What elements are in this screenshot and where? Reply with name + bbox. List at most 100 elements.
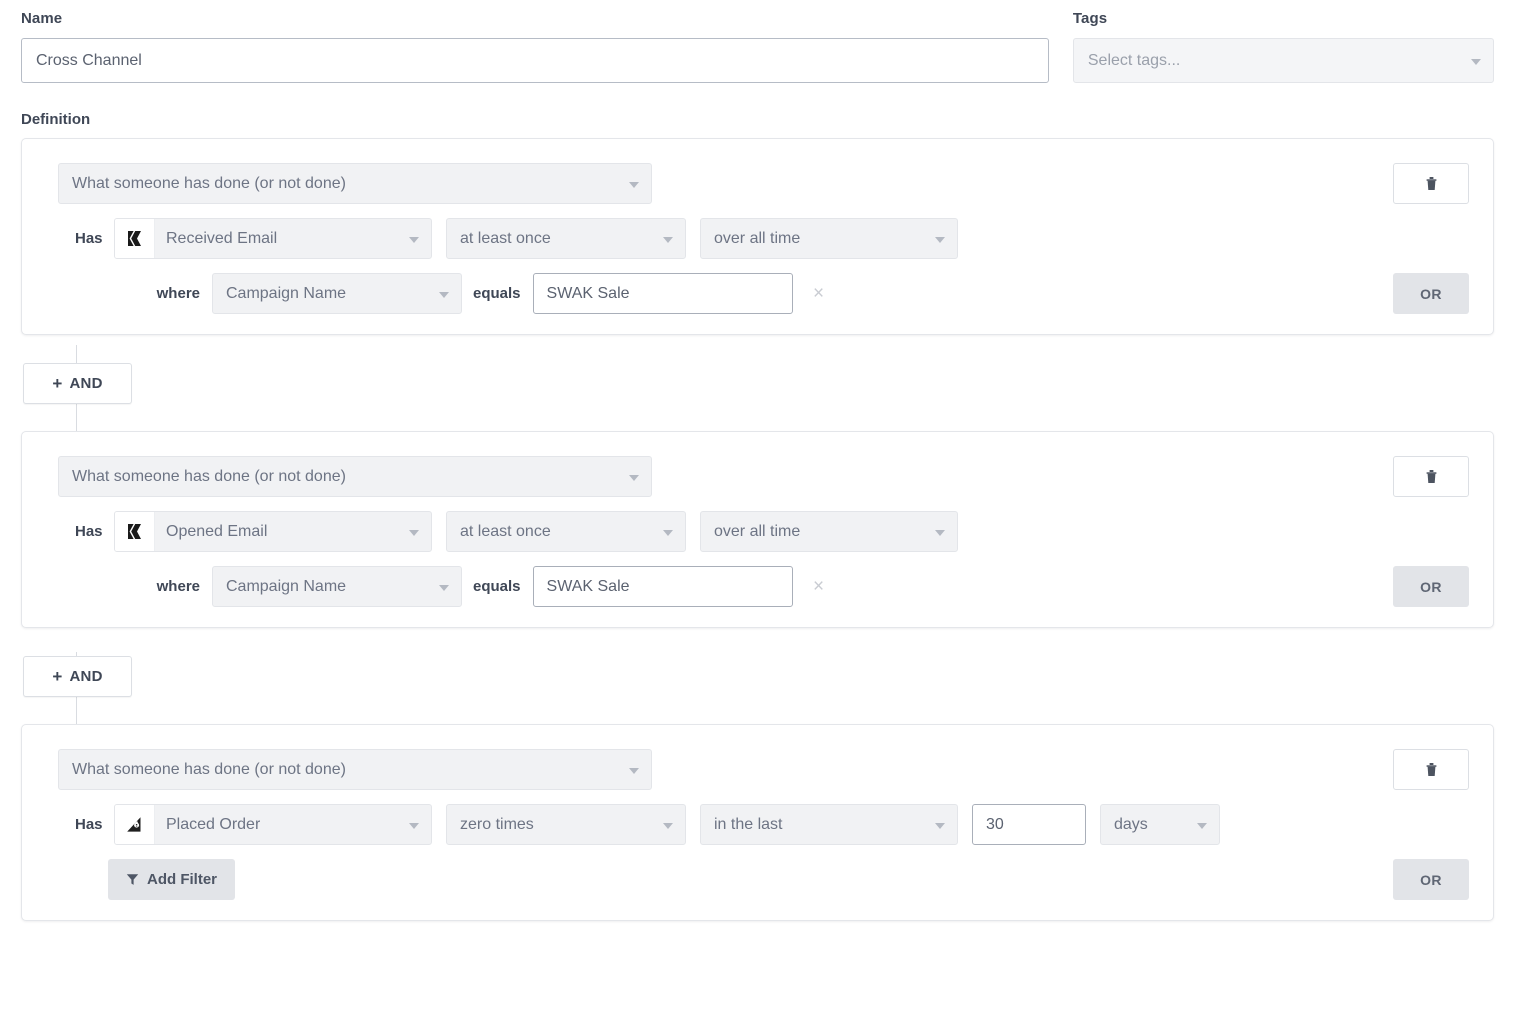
metric-select[interactable]: Opened Email <box>114 511 432 552</box>
chevron-down-icon <box>409 530 419 536</box>
plus-icon: + <box>52 668 62 685</box>
chevron-down-icon <box>1471 59 1481 65</box>
filter-attribute-select[interactable]: Campaign Name <box>212 566 462 607</box>
add-and-condition-button[interactable]: + AND <box>23 656 132 697</box>
chevron-down-icon <box>663 237 673 243</box>
chevron-down-icon <box>935 237 945 243</box>
filter-attribute-value: Campaign Name <box>226 285 346 302</box>
delete-group-button[interactable] <box>1393 163 1469 204</box>
chevron-down-icon <box>1197 823 1207 829</box>
filter-attribute-value: Campaign Name <box>226 578 346 595</box>
segment-name-input[interactable] <box>21 38 1049 83</box>
or-button[interactable]: OR <box>1393 273 1469 314</box>
plus-icon: + <box>52 375 62 392</box>
metric-select[interactable]: Received Email <box>114 218 432 259</box>
metric-row: Has Received Email at least once <box>22 218 1493 259</box>
tags-select[interactable]: Select tags... <box>1073 38 1494 83</box>
trash-icon <box>1425 469 1438 484</box>
timeframe-value: in the last <box>714 816 782 833</box>
filter-operator-label: equals <box>462 578 533 595</box>
metric-value: Placed Order <box>155 805 260 844</box>
chevron-down-icon <box>629 182 639 188</box>
tags-field-group: Tags Select tags... <box>1073 10 1494 83</box>
filter-attribute-select[interactable]: Campaign Name <box>212 273 462 314</box>
where-label: where <box>108 578 212 595</box>
filter-row: where Campaign Name equals × <box>22 273 1493 314</box>
timeframe-amount-input[interactable] <box>972 804 1086 845</box>
condition-group: What someone has done (or not done) Has … <box>21 138 1494 335</box>
chevron-down-icon <box>629 475 639 481</box>
and-button-wrapper-2: + AND <box>21 628 1494 724</box>
add-and-condition-button[interactable]: + AND <box>23 363 132 404</box>
timeframe-unit-select[interactable]: days <box>1100 804 1220 845</box>
metric-select[interactable]: Placed Order <box>114 804 432 845</box>
condition-type-value: What someone has done (or not done) <box>72 468 346 485</box>
segment-definition-page: Name Tags Select tags... Definition What… <box>0 0 1518 1012</box>
and-label: AND <box>70 668 103 685</box>
condition-type-select[interactable]: What someone has done (or not done) <box>58 749 652 790</box>
or-button[interactable]: OR <box>1393 566 1469 607</box>
condition-group: What someone has done (or not done) Has … <box>21 431 1494 628</box>
or-button[interactable]: OR <box>1393 859 1469 900</box>
tags-placeholder: Select tags... <box>1088 52 1181 69</box>
filter-operator-label: equals <box>462 285 533 302</box>
trash-icon <box>1425 762 1438 777</box>
chevron-down-icon <box>439 292 449 298</box>
chevron-down-icon <box>935 530 945 536</box>
delete-group-button[interactable] <box>1393 749 1469 790</box>
filter-value-input[interactable] <box>533 273 793 314</box>
chevron-down-icon <box>439 585 449 591</box>
condition-type-value: What someone has done (or not done) <box>72 175 346 192</box>
delete-group-button[interactable] <box>1393 456 1469 497</box>
metric-row: Has Placed Order <box>22 804 1493 845</box>
and-label: AND <box>70 375 103 392</box>
chevron-down-icon <box>629 768 639 774</box>
frequency-select[interactable]: at least once <box>446 511 686 552</box>
add-filter-row: Add Filter <box>22 859 1493 900</box>
timeframe-select[interactable]: over all time <box>700 218 958 259</box>
remove-filter-button[interactable]: × <box>807 282 831 306</box>
definition-builder: What someone has done (or not done) Has … <box>0 138 1518 921</box>
condition-type-select[interactable]: What someone has done (or not done) <box>58 163 652 204</box>
metric-row: Has Opened Email at least once <box>22 511 1493 552</box>
has-label: Has <box>58 523 114 540</box>
group-type-row: What someone has done (or not done) <box>22 163 1493 204</box>
timeframe-value: over all time <box>714 523 800 540</box>
frequency-value: at least once <box>460 523 551 540</box>
timeframe-value: over all time <box>714 230 800 247</box>
chevron-down-icon <box>409 237 419 243</box>
group-type-row: What someone has done (or not done) <box>22 456 1493 497</box>
frequency-select[interactable]: zero times <box>446 804 686 845</box>
metric-value: Received Email <box>155 219 277 258</box>
condition-type-value: What someone has done (or not done) <box>72 761 346 778</box>
filter-row: where Campaign Name equals × <box>22 566 1493 607</box>
add-filter-button[interactable]: Add Filter <box>108 859 235 900</box>
has-label: Has <box>58 230 114 247</box>
group-type-row: What someone has done (or not done) <box>22 749 1493 790</box>
has-label: Has <box>58 816 114 833</box>
filter-value-input[interactable] <box>533 566 793 607</box>
chevron-down-icon <box>663 823 673 829</box>
trash-icon <box>1425 176 1438 191</box>
frequency-select[interactable]: at least once <box>446 218 686 259</box>
timeframe-select[interactable]: in the last <box>700 804 958 845</box>
chevron-down-icon <box>663 530 673 536</box>
klaviyo-flag-icon <box>115 219 155 258</box>
frequency-value: zero times <box>460 816 534 833</box>
condition-group: What someone has done (or not done) Has <box>21 724 1494 921</box>
tags-label: Tags <box>1073 10 1494 27</box>
where-label: where <box>108 285 212 302</box>
remove-filter-button[interactable]: × <box>807 575 831 599</box>
filter-icon <box>126 873 139 886</box>
timeframe-select[interactable]: over all time <box>700 511 958 552</box>
and-button-wrapper-1: + AND <box>21 335 1494 431</box>
add-filter-label: Add Filter <box>147 871 217 888</box>
klaviyo-flag-icon <box>115 512 155 551</box>
name-field-group: Name <box>21 10 1049 83</box>
shopify-order-icon <box>115 805 155 844</box>
chevron-down-icon <box>935 823 945 829</box>
metric-value: Opened Email <box>155 512 267 551</box>
condition-type-select[interactable]: What someone has done (or not done) <box>58 456 652 497</box>
name-label: Name <box>21 10 1049 27</box>
definition-label: Definition <box>0 83 1518 138</box>
